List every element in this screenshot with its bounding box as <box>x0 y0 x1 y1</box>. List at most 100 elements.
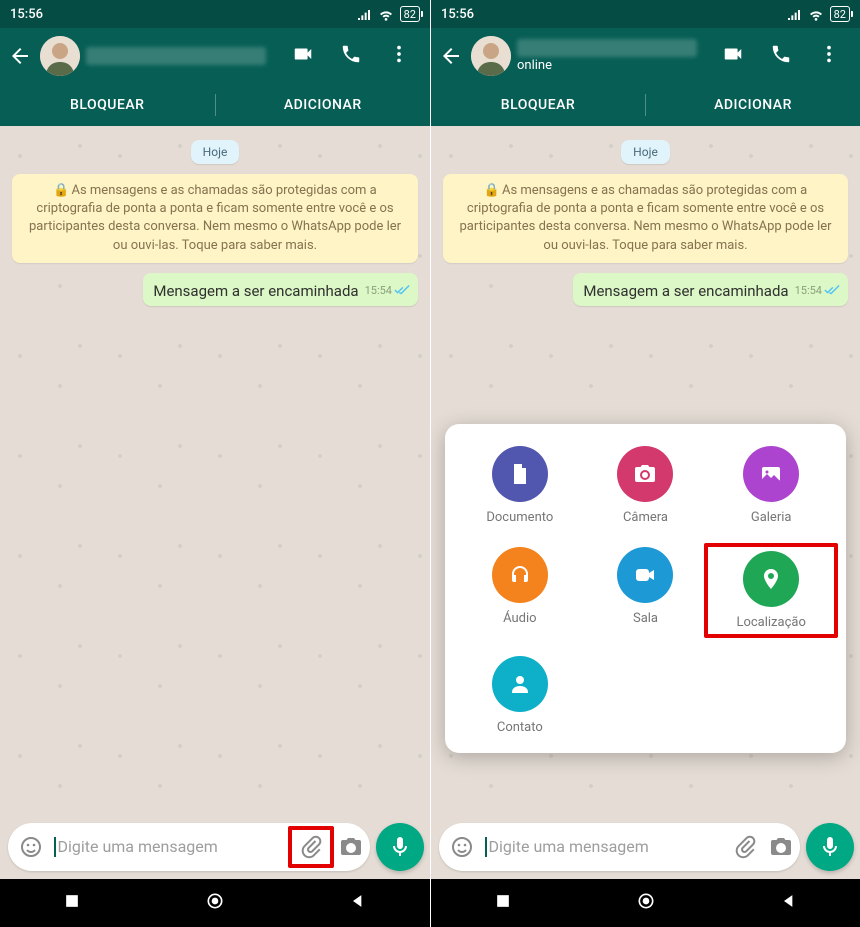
contact-avatar[interactable] <box>471 36 511 76</box>
recent-apps-button[interactable] <box>493 891 513 915</box>
add-contact-button[interactable]: ADICIONAR <box>646 84 860 126</box>
mic-icon <box>388 835 412 859</box>
block-button[interactable]: BLOQUEAR <box>0 84 215 126</box>
mic-icon <box>818 835 842 859</box>
circle-icon <box>636 891 656 911</box>
more-options-button[interactable] <box>818 43 840 69</box>
video-call-button[interactable] <box>292 43 314 69</box>
contact-status: online <box>517 59 716 73</box>
phone-screen-right: 15:56 82 online BLOQUEAR ADICIONAR <box>430 0 860 927</box>
block-button[interactable]: BLOQUEAR <box>431 84 645 126</box>
camera-button[interactable] <box>768 834 794 860</box>
location-highlight: Localização <box>704 543 838 638</box>
attach-highlight <box>288 826 334 868</box>
phone-screen-left: 15:56 82 BLOQUEAR ADICIONAR <box>0 0 430 927</box>
attach-camera[interactable]: Câmera <box>583 446 709 525</box>
more-vert-icon <box>388 43 410 65</box>
emoji-icon <box>19 835 43 859</box>
paperclip-icon <box>733 835 757 859</box>
emoji-button[interactable] <box>449 834 475 860</box>
image-icon <box>759 462 783 486</box>
clock: 15:56 <box>10 7 43 22</box>
unknown-contact-action-bar: BLOQUEAR ADICIONAR <box>0 84 430 126</box>
paperclip-icon <box>299 835 323 859</box>
lock-icon: 🔒 <box>484 182 500 200</box>
location-pin-icon <box>759 567 783 591</box>
unknown-contact-action-bar: BLOQUEAR ADICIONAR <box>431 84 860 126</box>
contact-title-area[interactable]: online <box>517 39 716 73</box>
triangle-left-icon <box>348 891 368 911</box>
outgoing-message[interactable]: Mensagem a ser encaminhada 15:54 <box>143 273 418 306</box>
voice-message-button[interactable] <box>806 823 854 871</box>
chat-header: online <box>431 28 860 84</box>
input-bar: Digite uma mensagem <box>0 817 430 879</box>
input-placeholder: Digite uma mensagem <box>485 837 722 858</box>
triangle-left-icon <box>779 891 799 911</box>
attach-location[interactable]: Localização <box>712 551 830 630</box>
home-button[interactable] <box>205 891 225 915</box>
status-bar: 15:56 82 <box>0 0 430 28</box>
encryption-notice[interactable]: 🔒As mensagens e as chamadas são protegid… <box>443 174 848 263</box>
camera-button[interactable] <box>338 834 364 860</box>
more-options-button[interactable] <box>388 43 410 69</box>
outgoing-message[interactable]: Mensagem a ser encaminhada 15:54 <box>573 273 848 306</box>
message-input[interactable]: Digite uma mensagem <box>8 823 370 871</box>
input-placeholder: Digite uma mensagem <box>54 837 284 858</box>
home-button[interactable] <box>636 891 656 915</box>
signal-icon <box>786 6 802 22</box>
arrow-left-icon <box>8 44 32 68</box>
signal-icon <box>356 6 372 22</box>
back-nav-button[interactable] <box>348 891 368 915</box>
read-receipt-icon <box>394 281 410 300</box>
more-vert-icon <box>818 43 840 65</box>
attach-contact[interactable]: Contato <box>457 656 583 735</box>
video-room-icon <box>633 563 657 587</box>
video-call-button[interactable] <box>722 43 744 69</box>
square-icon <box>493 891 513 911</box>
voice-message-button[interactable] <box>376 823 424 871</box>
chat-body: Hoje 🔒As mensagens e as chamadas são pro… <box>0 126 430 817</box>
message-input[interactable]: Digite uma mensagem <box>439 823 800 871</box>
phone-icon <box>340 43 362 65</box>
clock: 15:56 <box>441 7 474 22</box>
square-icon <box>62 891 82 911</box>
back-button[interactable] <box>6 44 34 68</box>
contact-avatar[interactable] <box>40 36 80 76</box>
encryption-notice[interactable]: 🔒As mensagens e as chamadas são protegid… <box>12 174 418 263</box>
attach-document[interactable]: Documento <box>457 446 583 525</box>
contact-name-blurred <box>517 39 697 57</box>
attach-room[interactable]: Sala <box>583 547 709 634</box>
camera-icon <box>339 835 363 859</box>
back-nav-button[interactable] <box>779 891 799 915</box>
battery-indicator: 82 <box>400 6 420 22</box>
status-bar: 15:56 82 <box>431 0 860 28</box>
camera-icon <box>769 835 793 859</box>
attach-audio[interactable]: Áudio <box>457 547 583 634</box>
contact-name-blurred <box>86 47 266 65</box>
back-button[interactable] <box>437 44 465 68</box>
attachment-sheet: Documento Câmera Galeria Áudio Sala <box>445 424 846 753</box>
add-contact-button[interactable]: ADICIONAR <box>216 84 431 126</box>
arrow-left-icon <box>439 44 463 68</box>
message-time: 15:54 <box>365 284 392 297</box>
message-text: Mensagem a ser encaminhada <box>153 282 358 300</box>
video-icon <box>292 43 314 65</box>
attach-gallery[interactable]: Galeria <box>708 446 834 525</box>
date-chip: Hoje <box>191 140 240 164</box>
input-bar: Digite uma mensagem <box>431 817 860 879</box>
contact-title-area[interactable] <box>86 47 286 65</box>
voice-call-button[interactable] <box>770 43 792 69</box>
message-text: Mensagem a ser encaminhada <box>583 282 788 300</box>
android-nav-bar <box>0 879 430 927</box>
emoji-icon <box>450 835 474 859</box>
attach-button[interactable] <box>298 834 324 860</box>
voice-call-button[interactable] <box>340 43 362 69</box>
wifi-icon <box>808 6 824 22</box>
circle-icon <box>205 891 225 911</box>
message-time: 15:54 <box>795 284 822 297</box>
emoji-button[interactable] <box>18 834 44 860</box>
recent-apps-button[interactable] <box>62 891 82 915</box>
read-receipt-icon <box>824 281 840 300</box>
attach-button[interactable] <box>732 834 758 860</box>
date-chip: Hoje <box>621 140 670 164</box>
